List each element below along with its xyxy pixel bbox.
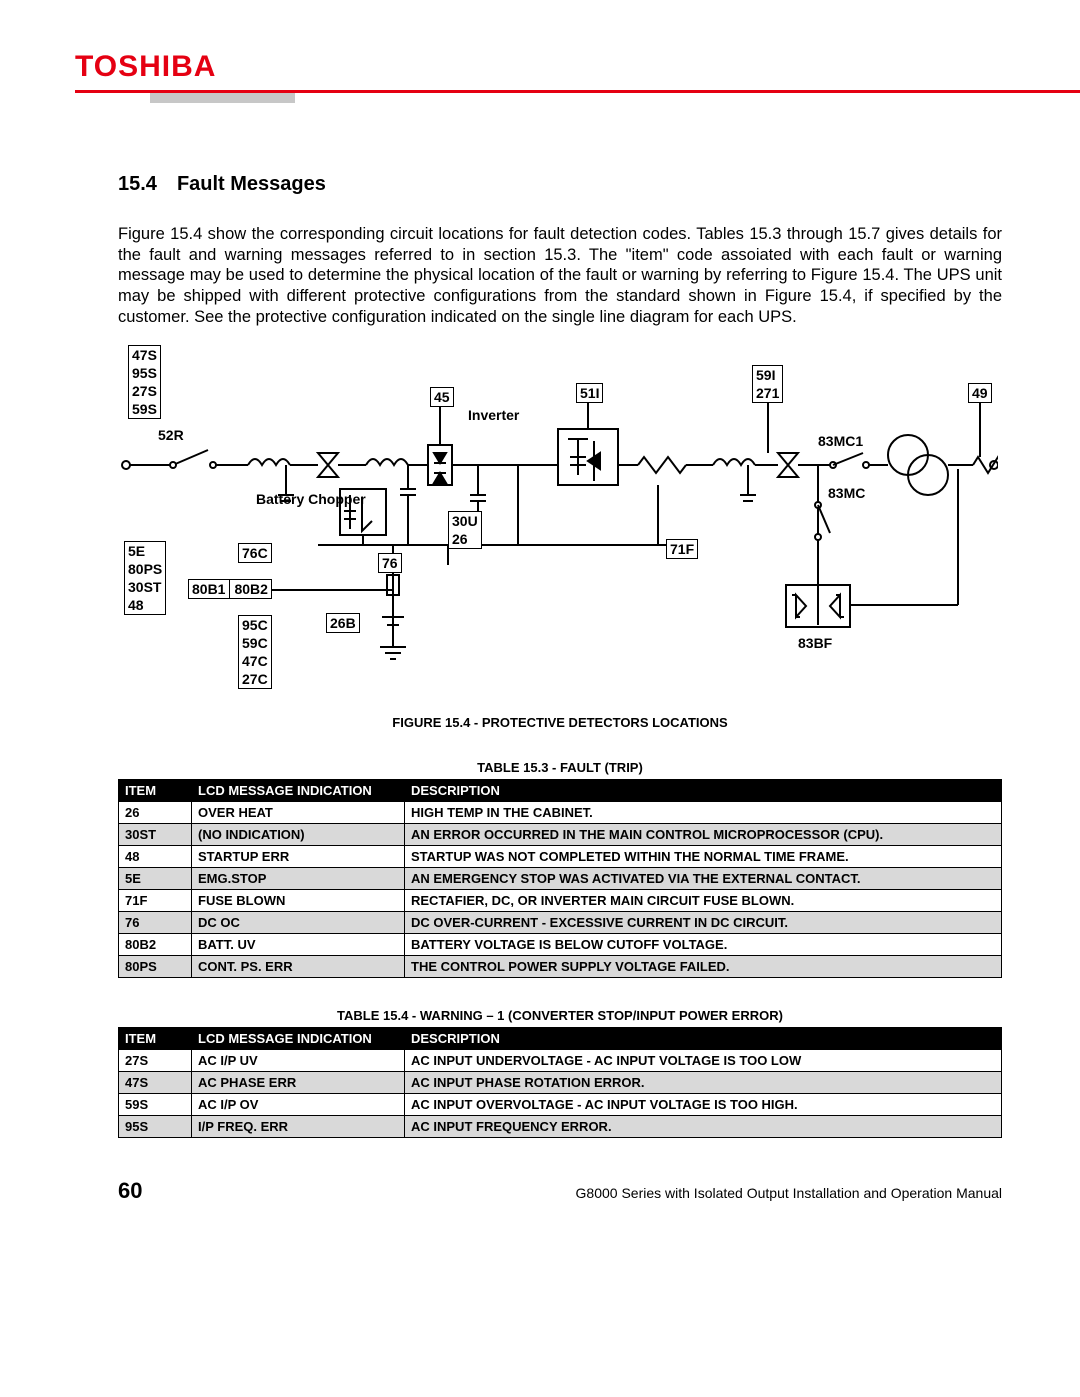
table1-header-desc: DESCRIPTION <box>405 780 1002 802</box>
table-row: 47SAC Phase ErrAC input phase rotation e… <box>119 1072 1002 1094</box>
grey-rule <box>150 93 295 103</box>
box-49: 49 <box>968 383 992 403</box>
table-row: 95SI/P Freq. ErrAC input frequency error… <box>119 1116 1002 1138</box>
table-cell: High temp in the cabinet. <box>405 802 1002 824</box>
table-cell: Battery voltage is below cutoff voltage. <box>405 934 1002 956</box>
table-cell: Batt. UV <box>192 934 405 956</box>
table-row: 30ST(No indication)An error occurred in … <box>119 824 1002 846</box>
table-cell: 59S <box>119 1094 192 1116</box>
table-cell: The control power supply voltage failed. <box>405 956 1002 978</box>
table1-header-item: ITEM <box>119 780 192 802</box>
table-cell: AC input overvoltage - AC input voltage … <box>405 1094 1002 1116</box>
table-cell: An emergency stop was activated via the … <box>405 868 1002 890</box>
box-71f: 71F <box>666 539 698 559</box>
label-83mc: 83MC <box>828 485 865 501</box>
table-cell: 27S <box>119 1050 192 1072</box>
table-cell: AC input frequency error. <box>405 1116 1002 1138</box>
table-row: 59SAC I/P OVAC input overvoltage - AC in… <box>119 1094 1002 1116</box>
table-cell: DC OC <box>192 912 405 934</box>
box-95c-stack: 95C 59C 47C 27C <box>238 615 272 689</box>
table-row: 27SAC I/P UVAC input undervoltage - AC i… <box>119 1050 1002 1072</box>
table-cell: 95S <box>119 1116 192 1138</box>
box-45: 45 <box>430 387 454 407</box>
table1-caption: TABLE 15.3 - FAULT (TRIP) <box>118 760 1002 775</box>
table-cell: Rectafier, DC, or inverter main circuit … <box>405 890 1002 912</box>
label-52r: 52R <box>158 427 184 443</box>
table-cell: An error occurred in the main control mi… <box>405 824 1002 846</box>
table-cell: DC over-current - excessive current in D… <box>405 912 1002 934</box>
table-cell: 30ST <box>119 824 192 846</box>
table-row: 76DC OCDC over-current - excessive curre… <box>119 912 1002 934</box>
table-row: 48Startup ErrStartup was not completed w… <box>119 846 1002 868</box>
section-title: Fault Messages <box>177 173 326 195</box>
table1-header-msg: LCD MESSAGE INDICATION <box>192 780 405 802</box>
table-15-3: ITEM LCD MESSAGE INDICATION DESCRIPTION … <box>118 779 1002 978</box>
table-row: 5EEmg.StopAn emergency stop was activate… <box>119 868 1002 890</box>
table-15-4: ITEM LCD MESSAGE INDICATION DESCRIPTION … <box>118 1027 1002 1138</box>
box-26b: 26B <box>326 613 360 633</box>
section-number: 15.4 <box>118 173 157 195</box>
box-47s-stack: 47S 95S 27S 59S <box>128 345 161 419</box>
label-83bf: 83BF <box>798 635 832 651</box>
table-cell: Fuse Blown <box>192 890 405 912</box>
page-header: TOSHIBA <box>0 0 1080 103</box>
table-cell: 76 <box>119 912 192 934</box>
table-cell: (No indication) <box>192 824 405 846</box>
box-5e-stack: 5E 80PS 30ST 48 <box>124 541 166 615</box>
body-paragraph: Figure 15.4 show the corresponding circu… <box>118 224 1002 327</box>
box-76c: 76C <box>238 543 272 563</box>
table-cell: 47S <box>119 1072 192 1094</box>
label-inverter: Inverter <box>468 407 519 423</box>
figure-15-4: 47S 95S 27S 59S 52R 45 Inverter 51I 59I … <box>118 345 998 705</box>
table2-header-item: ITEM <box>119 1028 192 1050</box>
table-row: 80PSCont. PS. ErrThe control power suppl… <box>119 956 1002 978</box>
table-cell: 80B2 <box>119 934 192 956</box>
table-cell: 80PS <box>119 956 192 978</box>
table-cell: 5E <box>119 868 192 890</box>
table-cell: AC input phase rotation error. <box>405 1072 1002 1094</box>
table-cell: AC Phase Err <box>192 1072 405 1094</box>
table-row: 80B2Batt. UVBattery voltage is below cut… <box>119 934 1002 956</box>
table-cell: AC I/P OV <box>192 1094 405 1116</box>
box-80b: 80B1 80B2 <box>188 579 272 599</box>
table-cell: 48 <box>119 846 192 868</box>
table2-header-desc: DESCRIPTION <box>405 1028 1002 1050</box>
page-footer: 60 G8000 Series with Isolated Output Ins… <box>0 1138 1080 1234</box>
table-cell: Emg.Stop <box>192 868 405 890</box>
table-cell: AC input undervoltage - AC input voltage… <box>405 1050 1002 1072</box>
table-cell: AC I/P UV <box>192 1050 405 1072</box>
table-cell: 26 <box>119 802 192 824</box>
label-83mc1: 83MC1 <box>818 433 863 449</box>
footer-title: G8000 Series with Isolated Output Instal… <box>576 1185 1002 1201</box>
table-cell: Startup Err <box>192 846 405 868</box>
table-row: 26Over HeatHigh temp in the cabinet. <box>119 802 1002 824</box>
table2-header-msg: LCD MESSAGE INDICATION <box>192 1028 405 1050</box>
table-cell: Over Heat <box>192 802 405 824</box>
table-cell: Startup was not completed within the nor… <box>405 846 1002 868</box>
label-battery-chopper: Battery Chopper <box>256 491 366 507</box>
section-heading: 15.4 Fault Messages <box>118 173 1002 196</box>
figure-caption: FIGURE 15.4 - PROTECTIVE DETECTORS LOCAT… <box>118 715 1002 730</box>
box-51i: 51I <box>576 383 603 403</box>
table-row: 71FFuse BlownRectafier, DC, or inverter … <box>119 890 1002 912</box>
box-59i-stack: 59I 271 <box>752 365 783 403</box>
table-cell: 71F <box>119 890 192 912</box>
table2-caption: TABLE 15.4 - WARNING – 1 (CONVERTER STOP… <box>118 1008 1002 1023</box>
box-76: 76 <box>378 553 402 573</box>
table-cell: Cont. PS. Err <box>192 956 405 978</box>
table-cell: I/P Freq. Err <box>192 1116 405 1138</box>
page-number: 60 <box>118 1178 142 1204</box>
brand-logo: TOSHIBA <box>75 50 1080 84</box>
box-30u-stack: 30U 26 <box>448 511 482 549</box>
